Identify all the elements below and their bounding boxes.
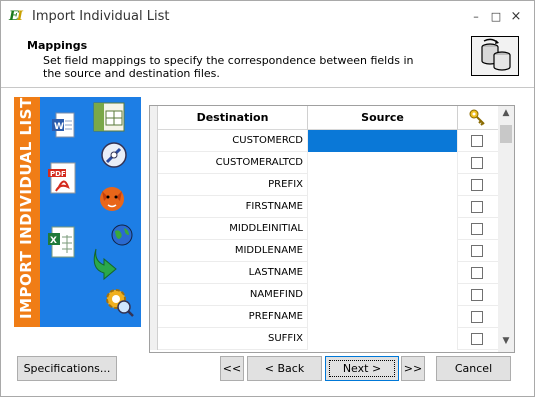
key-checkbox[interactable]: [471, 157, 483, 169]
gear-search-icon: [106, 289, 134, 317]
destination-cell: LASTNAME: [158, 262, 308, 284]
database-mapping-icon: [471, 36, 519, 76]
source-cell[interactable]: [308, 218, 458, 240]
green-arrow-icon: [93, 248, 117, 281]
row-indicator[interactable]: [150, 196, 158, 218]
row-indicator[interactable]: [150, 328, 158, 350]
destination-cell: CUSTOMERCD: [158, 130, 308, 152]
key-checkbox[interactable]: [471, 179, 483, 191]
key-icon: [458, 106, 498, 130]
column-header-destination[interactable]: Destination: [158, 106, 308, 130]
table-row[interactable]: NAMEFIND: [150, 284, 498, 306]
key-checkbox[interactable]: [471, 223, 483, 235]
source-cell[interactable]: [308, 240, 458, 262]
sidebar-orange-strip: IMPORT INDIVIDUAL LIST: [14, 97, 40, 327]
back-button[interactable]: < Back: [247, 356, 322, 381]
step-description: Set field mappings to specify the corres…: [43, 54, 414, 80]
pdf-icon: PDF: [48, 162, 76, 194]
focus-rect: [329, 360, 395, 377]
row-indicator[interactable]: [150, 240, 158, 262]
source-cell[interactable]: [308, 174, 458, 196]
maximize-button[interactable]: □: [489, 9, 503, 25]
step-title: Mappings: [27, 39, 88, 52]
source-cell[interactable]: [308, 284, 458, 306]
scroll-thumb[interactable]: [500, 125, 512, 143]
table-row[interactable]: PREFIX: [150, 174, 498, 196]
svg-text:X: X: [50, 236, 57, 246]
destination-cell: FIRSTNAME: [158, 196, 308, 218]
last-step-button[interactable]: >>: [401, 356, 425, 381]
destination-cell: SUFFIX: [158, 328, 308, 350]
table-row[interactable]: SUFFIX: [150, 328, 498, 350]
table-row[interactable]: MIDDLENAME: [150, 240, 498, 262]
window-title: Import Individual List: [32, 9, 170, 24]
scroll-down-icon[interactable]: ▼: [498, 336, 514, 350]
field-mapping-grid[interactable]: Destination Source CUSTOMERCD CUSTOMERALT…: [149, 105, 515, 353]
excel-icon: X: [48, 226, 75, 258]
grid-header-row: Destination Source: [150, 106, 498, 130]
header-divider: [1, 87, 534, 88]
app-logo-icon: EI: [9, 9, 23, 24]
row-indicator[interactable]: [150, 218, 158, 240]
scroll-up-icon[interactable]: ▲: [498, 108, 514, 122]
column-header-source[interactable]: Source: [308, 106, 458, 130]
table-row[interactable]: CUSTOMERALTCD: [150, 152, 498, 174]
specifications-button[interactable]: Specifications...: [17, 356, 117, 381]
vertical-scrollbar[interactable]: ▲ ▼: [498, 106, 514, 352]
source-cell[interactable]: [308, 130, 458, 152]
key-checkbox[interactable]: [471, 201, 483, 213]
key-checkbox[interactable]: [471, 311, 483, 323]
row-indicator[interactable]: [150, 262, 158, 284]
row-indicator[interactable]: [150, 152, 158, 174]
svg-text:PDF: PDF: [50, 170, 66, 178]
svg-text:W: W: [54, 122, 64, 132]
import-wizard-window: EI Import Individual List – □ × Mappings…: [0, 0, 535, 397]
table-row[interactable]: MIDDLEINITIAL: [150, 218, 498, 240]
table-row[interactable]: CUSTOMERCD: [150, 130, 498, 152]
cancel-button[interactable]: Cancel: [436, 356, 511, 381]
key-checkbox[interactable]: [471, 289, 483, 301]
table-row[interactable]: LASTNAME: [150, 262, 498, 284]
source-cell[interactable]: [308, 328, 458, 350]
destination-cell: NAMEFIND: [158, 284, 308, 306]
sidebar-vertical-title: IMPORT INDIVIDUAL LIST: [17, 97, 35, 319]
destination-cell: MIDDLEINITIAL: [158, 218, 308, 240]
word-document-icon: W: [52, 112, 75, 138]
source-cell[interactable]: [308, 306, 458, 328]
spreadsheet-icon: [93, 102, 125, 132]
minimize-button[interactable]: –: [469, 9, 483, 25]
key-checkbox[interactable]: [471, 135, 483, 147]
source-cell[interactable]: [308, 262, 458, 284]
first-step-button[interactable]: <<: [220, 356, 244, 381]
source-cell[interactable]: [308, 196, 458, 218]
table-row[interactable]: PREFNAME: [150, 306, 498, 328]
mapping-rows: CUSTOMERCD CUSTOMERALTCD PREFIX FIRSTNAME MI…: [150, 130, 498, 350]
destination-cell: PREFIX: [158, 174, 308, 196]
table-row[interactable]: FIRSTNAME: [150, 196, 498, 218]
globe-compass-icon: [101, 142, 127, 168]
firefox-icon: [100, 187, 124, 211]
earth-icon: [111, 224, 133, 246]
destination-cell: CUSTOMERALTCD: [158, 152, 308, 174]
key-checkbox[interactable]: [471, 333, 483, 345]
close-button[interactable]: ×: [509, 9, 523, 25]
title-bar: EI Import Individual List – □ ×: [1, 1, 534, 33]
key-checkbox[interactable]: [471, 267, 483, 279]
row-indicator[interactable]: [150, 284, 158, 306]
row-indicator[interactable]: [150, 174, 158, 196]
source-cell[interactable]: [308, 152, 458, 174]
key-checkbox[interactable]: [471, 245, 483, 257]
next-button[interactable]: Next >: [325, 356, 399, 381]
row-indicator[interactable]: [150, 306, 158, 328]
row-indicator[interactable]: [150, 130, 158, 152]
grid-corner: [150, 106, 158, 130]
destination-cell: PREFNAME: [158, 306, 308, 328]
wizard-header: Mappings Set field mappings to specify t…: [1, 34, 534, 86]
destination-cell: MIDDLENAME: [158, 240, 308, 262]
wizard-sidebar-banner: IMPORT INDIVIDUAL LIST W PDF X: [14, 97, 141, 327]
